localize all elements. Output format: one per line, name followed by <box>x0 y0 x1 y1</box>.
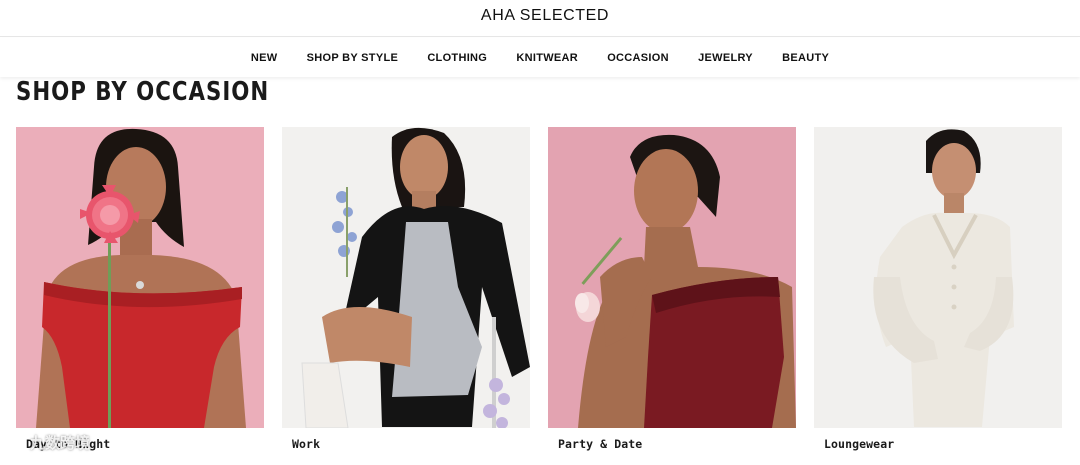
nav-item-shop-by-style[interactable]: SHOP BY STYLE <box>292 52 413 64</box>
occasion-card-loungewear[interactable]: Loungewear <box>814 127 1062 457</box>
occasion-card-work[interactable]: Work <box>282 127 530 457</box>
nav-item-new[interactable]: NEW <box>236 52 292 64</box>
brand-logo[interactable]: AHA SELECTED <box>0 7 1080 25</box>
occasion-image-party-date[interactable] <box>548 127 796 428</box>
occasion-cards: Day to Night Work Party & Date Loungewea… <box>16 127 1064 457</box>
occasion-image-loungewear[interactable] <box>814 127 1062 428</box>
section-title: SHOP BY OCCASION <box>16 77 270 107</box>
nav-item-clothing[interactable]: CLOTHING <box>413 52 502 64</box>
nav-item-beauty[interactable]: BEAUTY <box>768 52 844 64</box>
occasion-image-work[interactable] <box>282 127 530 428</box>
main-navigation: NEW SHOP BY STYLE CLOTHING KNITWEAR OCCA… <box>0 38 1080 77</box>
occasion-label-loungewear[interactable]: Loungewear <box>824 437 894 451</box>
watermark-text: 九数跨境 <box>30 435 91 452</box>
nav-item-occasion[interactable]: OCCASION <box>593 52 684 64</box>
nav-item-knitwear[interactable]: KNITWEAR <box>502 52 593 64</box>
occasion-label-party-date[interactable]: Party & Date <box>558 437 642 451</box>
occasion-card-party-date[interactable]: Party & Date <box>548 127 796 457</box>
nav-items: NEW SHOP BY STYLE CLOTHING KNITWEAR OCCA… <box>0 38 1080 77</box>
occasion-label-work[interactable]: Work <box>292 437 320 451</box>
occasion-image-day-to-night[interactable] <box>16 127 264 428</box>
occasion-card-day-to-night[interactable]: Day to Night <box>16 127 264 457</box>
top-header: AHA SELECTED <box>0 0 1080 37</box>
watermark: 九数跨境 <box>8 432 90 453</box>
watermark-icon <box>9 439 25 447</box>
nav-item-jewelry[interactable]: JEWELRY <box>683 52 767 64</box>
